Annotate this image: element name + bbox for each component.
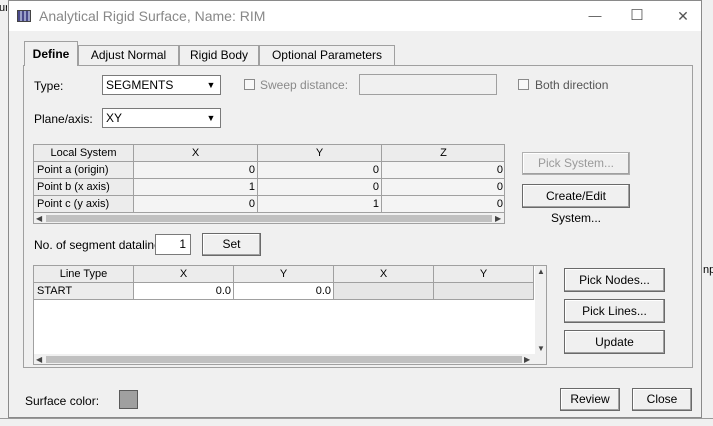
update-button[interactable]: Update [564,330,665,354]
point-a-x-cell[interactable]: 0 [134,162,258,179]
y1-column-header: Y [234,266,334,283]
background-app-right [702,0,713,425]
arrow-down-icon[interactable]: ▼ [537,343,545,354]
review-button[interactable]: Review [560,388,620,411]
arrow-right-icon[interactable]: ▶ [524,354,530,364]
create-edit-system-button[interactable]: Create/Edit System... [522,184,630,225]
point-c-x-cell[interactable]: 0 [134,196,258,213]
pick-nodes-button[interactable]: Pick Nodes... [564,268,665,292]
line-table-hscroll[interactable]: ◀ ▶ [34,354,546,364]
window-title: Analytical Rigid Surface, Name: RIM [39,8,266,24]
segment-datalines-value: 1 [179,237,186,251]
line-type-cell[interactable]: START [34,283,134,300]
both-direction-label: Both direction [535,78,609,92]
type-select[interactable]: SEGMENTS ▼ [102,75,221,95]
tab-rigid-body[interactable]: Rigid Body [179,45,259,65]
tab-adjust-normal[interactable]: Adjust Normal [78,45,179,65]
point-a-y-cell[interactable]: 0 [258,162,382,179]
line-table: Line Type X Y X Y START 0.0 0.0 ▲ ▼ ◀ ▶ [33,265,547,365]
close-button[interactable]: Close [632,388,692,411]
background-text-right: np [703,264,713,276]
tab-define[interactable]: Define [24,41,78,66]
x2-column-header: X [334,266,434,283]
both-direction-checkbox[interactable] [518,79,529,90]
chevron-down-icon[interactable]: ▼ [204,111,218,125]
row-header-point-a: Point a (origin) [34,162,134,179]
arrow-left-icon[interactable]: ◀ [36,354,42,364]
pick-lines-button[interactable]: Pick Lines... [564,299,665,323]
line-y2-cell [434,283,534,300]
point-b-z-cell[interactable]: 0 [382,179,504,196]
point-b-y-cell[interactable]: 0 [258,179,382,196]
arrow-right-icon[interactable]: ▶ [495,213,501,223]
background-text-left: urfac [0,2,7,14]
plane-axis-label: Plane/axis: [34,112,93,126]
type-select-value: SEGMENTS [106,78,174,92]
sweep-distance-label: Sweep distance: [260,78,349,92]
local-system-header: Local System [34,145,134,162]
scroll-thumb[interactable] [46,356,522,363]
x-column-header: X [134,145,258,162]
surface-color-label: Surface color: [25,394,100,408]
sweep-distance-input[interactable] [359,74,497,95]
plane-axis-select-value: XY [106,111,123,125]
row-header-point-c: Point c (y axis) [34,196,134,213]
close-window-button[interactable]: ✕ [668,5,698,27]
y-column-header: Y [258,145,382,162]
background-app [0,0,8,425]
line-y1-cell[interactable]: 0.0 [234,283,334,300]
segment-datalines-input[interactable]: 1 [155,234,191,255]
local-system-hscroll[interactable]: ◀ ▶ [34,213,504,223]
pick-system-button[interactable]: Pick System... [522,152,630,175]
chevron-down-icon[interactable]: ▼ [204,78,218,92]
y2-column-header: Y [434,266,534,283]
surface-color-swatch[interactable] [119,390,138,409]
arrow-left-icon[interactable]: ◀ [36,213,42,223]
segment-datalines-label: No. of segment datalines: [34,238,171,252]
line-type-header: Line Type [34,266,134,283]
point-b-x-cell[interactable]: 1 [134,179,258,196]
type-label: Type: [34,79,64,93]
scroll-thumb[interactable] [46,215,492,222]
line-table-vscroll[interactable]: ▲ ▼ [535,266,546,354]
point-c-z-cell[interactable]: 0 [382,196,504,213]
point-a-z-cell[interactable]: 0 [382,162,504,179]
sweep-distance-checkbox[interactable] [244,79,255,90]
row-header-point-b: Point b (x axis) [34,179,134,196]
title-bar[interactable]: Analytical Rigid Surface, Name: RIM — ☐ … [9,1,701,31]
arrow-up-icon[interactable]: ▲ [537,266,545,277]
tab-optional-parameters[interactable]: Optional Parameters [259,45,395,65]
local-system-table: Local System X Y Z Point a (origin) 0 0 … [33,144,505,224]
line-x2-cell [334,283,434,300]
dialog-window: Analytical Rigid Surface, Name: RIM — ☐ … [8,0,702,418]
plane-axis-select[interactable]: XY ▼ [102,108,221,128]
line-x1-cell[interactable]: 0.0 [134,283,234,300]
z-column-header: Z [382,145,504,162]
minimize-button[interactable]: — [580,5,610,27]
app-icon [17,10,31,22]
maximize-button[interactable]: ☐ [622,5,652,27]
set-button[interactable]: Set [202,233,261,256]
x1-column-header: X [134,266,234,283]
point-c-y-cell[interactable]: 1 [258,196,382,213]
